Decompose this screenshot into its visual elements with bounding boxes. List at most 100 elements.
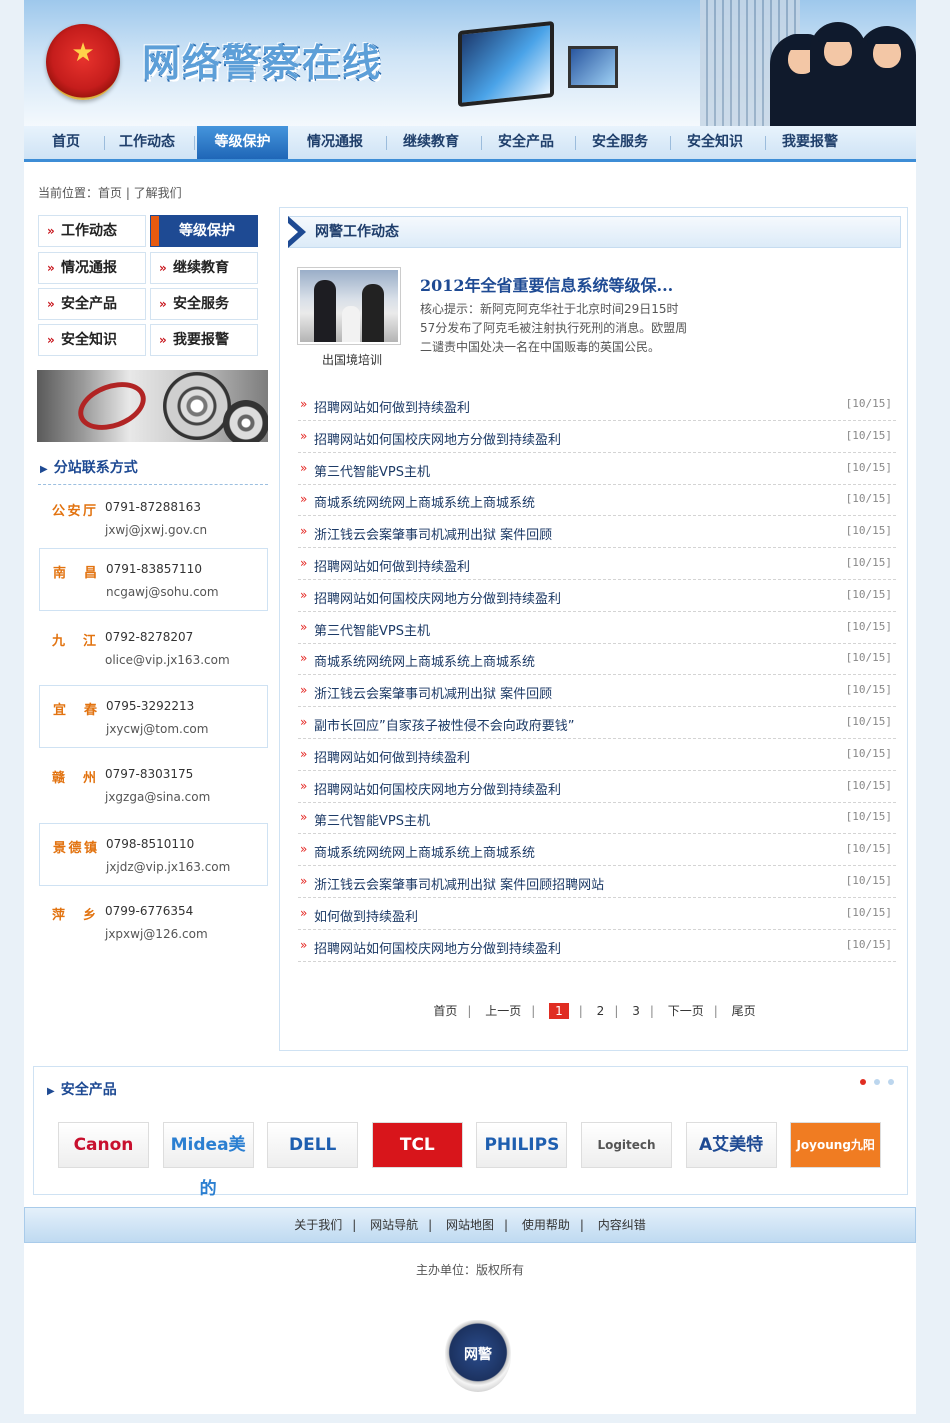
news-item[interactable]: » 商城系统网统网上商城系统上商城系统 [10/15] (298, 484, 896, 517)
news-title[interactable]: 招聘网站如何国校庆网地方分做到持续盈利 (314, 429, 561, 448)
news-date: [10/15] (845, 874, 892, 887)
news-title[interactable]: 副市长回应”自家孩子被性侵不会向政府要钱” (314, 715, 574, 734)
news-title[interactable]: 如何做到持续盈利 (314, 906, 418, 925)
news-item[interactable]: » 商城系统网统网上商城系统上商城系统 [10/15] (298, 643, 896, 676)
nav-work-news[interactable]: 工作动态 (108, 126, 186, 159)
nav-home[interactable]: 首页 (38, 126, 94, 159)
partner-logo[interactable]: Canon (58, 1122, 149, 1168)
side-menu-services[interactable]: » 安全服务 (150, 288, 258, 320)
partner-logo[interactable]: DELL (267, 1122, 359, 1168)
news-title[interactable]: 招聘网站如何国校庆网地方分做到持续盈利 (314, 588, 561, 607)
news-date: [10/15] (845, 428, 892, 442)
nav-knowledge[interactable]: 安全知识 (676, 126, 754, 159)
footer-link-about[interactable]: 关于我们 (294, 1218, 342, 1232)
news-title[interactable]: 浙江钱云会案肇事司机减刑出狱 案件回顾 (314, 524, 552, 543)
side-menu-level-protection[interactable]: 等级保护 (150, 215, 258, 247)
news-item[interactable]: » 第三代智能VPS主机 [10/15] (298, 802, 896, 835)
news-title[interactable]: 招聘网站如何做到持续盈利 (314, 556, 470, 575)
news-item[interactable]: » 招聘网站如何国校庆网地方分做到持续盈利 [10/15] (298, 771, 896, 803)
news-title[interactable]: 商城系统网统网上商城系统上商城系统 (314, 842, 535, 861)
featured-summary: 核心提示：新阿克阿克华社于北京时间29日15时57分发布了阿克毛被注射执行死刑的… (420, 302, 688, 354)
film-reel-banner[interactable] (37, 370, 268, 442)
site-title: 网络警察在线 (142, 41, 383, 85)
news-item[interactable]: » 招聘网站如何国校庆网地方分做到持续盈利 [10/15] (298, 930, 896, 962)
side-menu-knowledge[interactable]: » 安全知识 (38, 324, 146, 356)
side-menu-products[interactable]: » 安全产品 (38, 288, 146, 320)
carousel-dot[interactable] (888, 1079, 894, 1085)
news-date: [10/15] (845, 746, 892, 760)
nav-level-protection[interactable]: 等级保护 (197, 126, 288, 159)
bullet-icon: » (300, 778, 308, 793)
nav-report[interactable]: 我要报警 (771, 126, 849, 159)
pager-page[interactable]: 3 (632, 1004, 640, 1018)
partner-logo[interactable]: PHILIPS (476, 1122, 568, 1168)
featured-caption[interactable]: 出国境培训 (297, 351, 407, 368)
news-item[interactable]: » 招聘网站如何国校庆网地方分做到持续盈利 [10/15] (298, 580, 896, 612)
pager-last[interactable]: 尾页 (732, 1002, 756, 1019)
news-title[interactable]: 第三代智能VPS主机 (314, 620, 430, 639)
footer-nav: 关于我们 | 网站导航 | 网站地图 | 使用帮助 | 内容纠错 (24, 1207, 916, 1243)
news-date: [10/15] (845, 778, 892, 792)
news-item[interactable]: » 浙江钱云会案肇事司机减刑出狱 案件回顾招聘网站 [10/15] (298, 866, 896, 898)
news-date: [10/15] (845, 937, 892, 951)
news-title[interactable]: 商城系统网统网上商城系统上商城系统 (314, 651, 535, 670)
partner-logo[interactable]: Joyoung九阳 (790, 1122, 882, 1168)
carousel-dot[interactable] (874, 1079, 880, 1085)
news-item[interactable]: » 浙江钱云会案肇事司机减刑出狱 案件回顾 [10/15] (298, 516, 896, 549)
news-item[interactable]: » 浙江钱云会案肇事司机减刑出狱 案件回顾 [10/15] (298, 675, 896, 708)
featured-title-link[interactable]: 2012年全省重要信息系统等级保... (420, 272, 673, 296)
contact-row: 萍乡 0799-6776354 jxpxwj@126.com (52, 904, 208, 941)
nav-education[interactable]: 继续教育 (392, 126, 470, 159)
news-item[interactable]: » 招聘网站如何国校庆网地方分做到持续盈利 [10/15] (298, 421, 896, 453)
news-title[interactable]: 招聘网站如何做到持续盈利 (314, 397, 470, 416)
footer-link-help[interactable]: 使用帮助 (522, 1218, 570, 1232)
footer-link-feedback[interactable]: 内容纠错 (598, 1218, 646, 1232)
bullet-icon: » (300, 556, 308, 570)
news-item[interactable]: » 第三代智能VPS主机 [10/15] (298, 612, 896, 644)
news-title[interactable]: 招聘网站如何国校庆网地方分做到持续盈利 (314, 779, 561, 798)
featured-image[interactable] (297, 267, 401, 345)
partner-logo[interactable]: Logitech (581, 1122, 672, 1168)
footer-link-sitemap[interactable]: 网站地图 (446, 1218, 494, 1232)
news-item[interactable]: » 招聘网站如何做到持续盈利 [10/15] (298, 739, 896, 771)
pagination: 首页 | 上一页 | 1 | 2 | 3 | 下一页 | 尾页 (433, 1002, 756, 1019)
news-title[interactable]: 商城系统网统网上商城系统上商城系统 (314, 492, 535, 511)
news-title[interactable]: 浙江钱云会案肇事司机减刑出狱 案件回顾 (314, 683, 552, 702)
news-date: [10/15] (845, 492, 892, 506)
side-menu-situation[interactable]: » 情况通报 (38, 252, 146, 284)
partner-logo[interactable]: Midea美的 (162, 1122, 254, 1199)
breadcrumb: 当前位置：首页 | 了解我们 (38, 186, 182, 200)
news-item[interactable]: » 副市长回应”自家孩子被性侵不会向政府要钱” [10/15] (298, 707, 896, 739)
news-item[interactable]: » 商城系统网统网上商城系统上商城系统 [10/15] (298, 834, 896, 867)
news-item[interactable]: » 招聘网站如何做到持续盈利 [10/15] (298, 548, 896, 580)
pager-page[interactable]: 2 (597, 1004, 605, 1018)
contact-row: 宜春 0795-3292213 jxycwj@tom.com (39, 685, 268, 748)
footer-link-nav[interactable]: 网站导航 (370, 1218, 418, 1232)
nav-products[interactable]: 安全产品 (487, 126, 565, 159)
side-menu-report[interactable]: » 我要报警 (150, 324, 258, 356)
side-menu-education[interactable]: » 继续教育 (150, 252, 258, 284)
pager-next[interactable]: 下一页 (668, 1002, 704, 1019)
news-title[interactable]: 第三代智能VPS主机 (314, 461, 430, 480)
pager-page-current[interactable]: 1 (549, 1003, 569, 1019)
nav-services[interactable]: 安全服务 (581, 126, 659, 159)
news-item[interactable]: » 招聘网站如何做到持续盈利 [10/15] (298, 389, 896, 421)
news-title[interactable]: 第三代智能VPS主机 (314, 810, 430, 829)
side-menu-work-news[interactable]: » 工作动态 (38, 215, 146, 247)
news-date: [10/15] (845, 651, 892, 665)
partner-logo[interactable]: A艾美特 (685, 1122, 777, 1168)
news-title[interactable]: 浙江钱云会案肇事司机减刑出狱 案件回顾招聘网站 (314, 874, 604, 893)
carousel-dot[interactable] (860, 1079, 866, 1085)
section-header: 网警工作动态 (288, 216, 901, 248)
nav-situation[interactable]: 情况通报 (296, 126, 374, 159)
partner-logo[interactable]: TCL (371, 1122, 463, 1168)
pager-first[interactable]: 首页 (433, 1002, 457, 1019)
news-item[interactable]: » 如何做到持续盈利 [10/15] (298, 898, 896, 930)
news-title[interactable]: 招聘网站如何国校庆网地方分做到持续盈利 (314, 938, 561, 957)
news-title[interactable]: 招聘网站如何做到持续盈利 (314, 747, 470, 766)
news-item[interactable]: » 第三代智能VPS主机 [10/15] (298, 453, 896, 485)
bullet-icon: » (300, 874, 308, 888)
main-content: 网警工作动态 出国境培训 2012年全省重要信息系统等级保... 核心提示：新阿… (279, 207, 908, 1051)
cyber-police-badge-icon[interactable]: 网警 (445, 1320, 511, 1392)
pager-prev[interactable]: 上一页 (485, 1002, 521, 1019)
